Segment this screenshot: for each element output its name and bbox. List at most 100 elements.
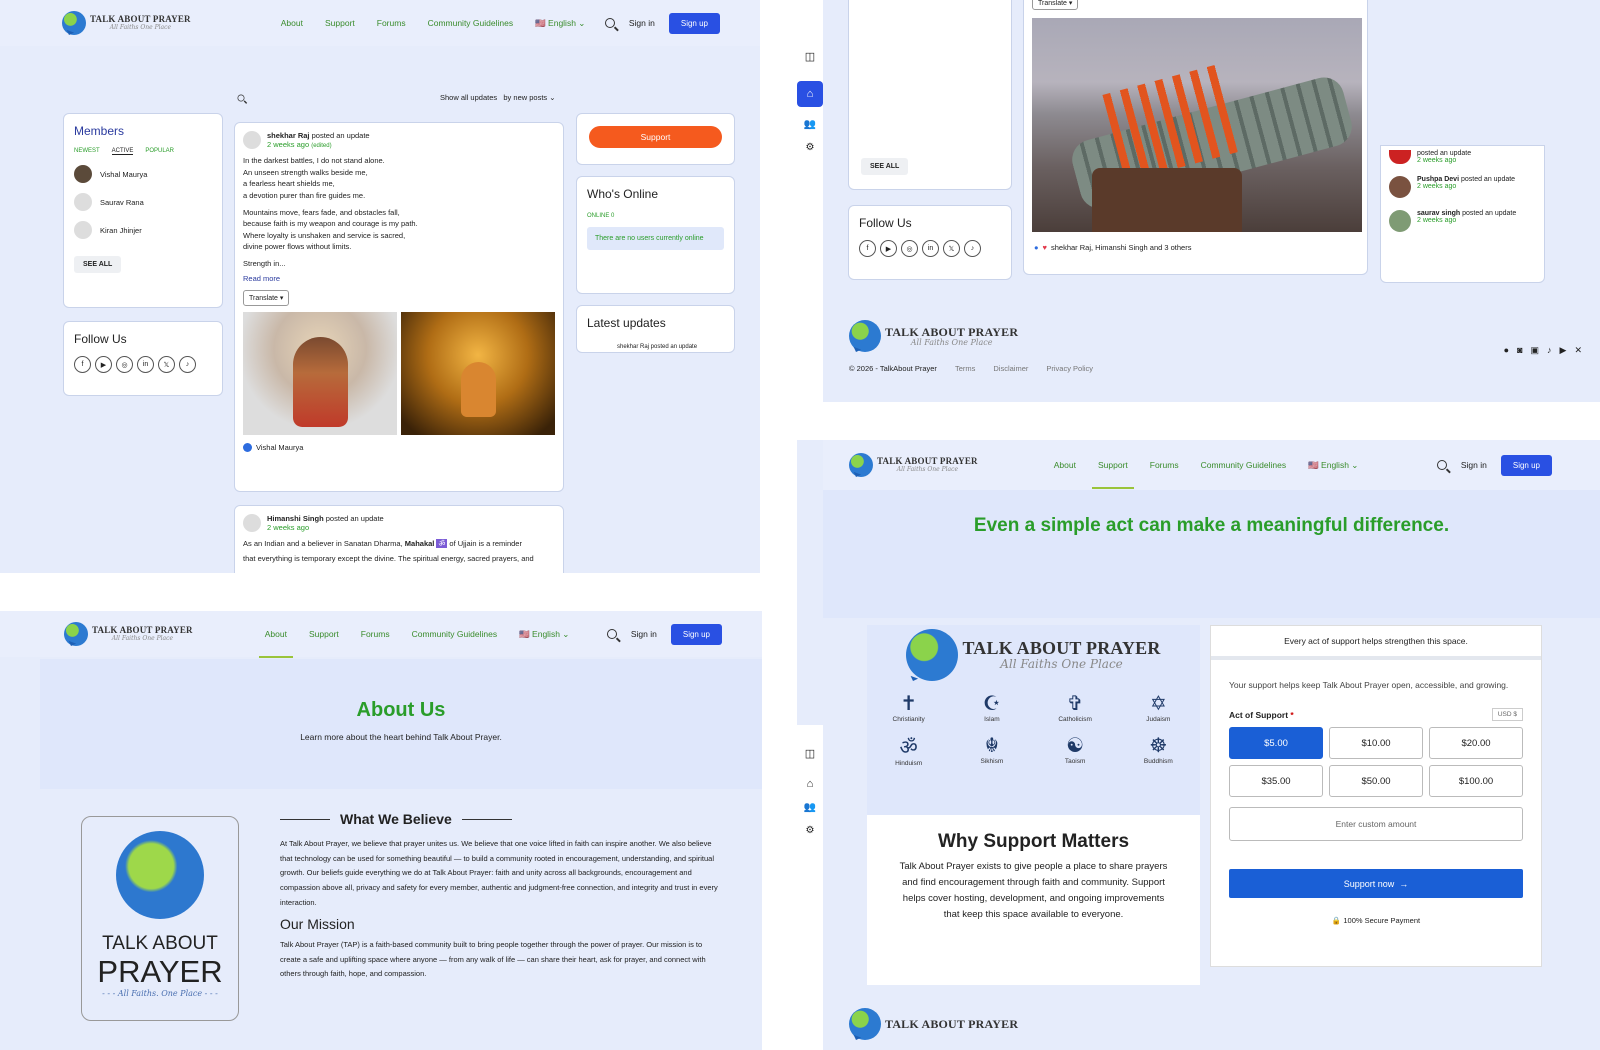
reaction-row[interactable]: Vishal Maurya [243,442,555,452]
reaction-row[interactable]: ● ♥ shekhar Raj, Himanshi Singh and 3 othe… [1034,243,1191,252]
disclaimer-link[interactable]: Disclaimer [993,364,1028,373]
tiktok-icon[interactable]: ♪ [964,240,981,257]
search-icon[interactable] [604,18,615,28]
feed-search-icon[interactable] [237,94,245,102]
read-more-link[interactable]: Read more [243,274,555,283]
sign-in-link[interactable]: Sign in [1461,460,1487,470]
footer-logo[interactable]: TALK ABOUT PRAYER [849,1008,1018,1040]
facebook-icon[interactable]: f [74,356,91,373]
tiktok-icon[interactable]: ♪ [1547,345,1552,356]
nav-guidelines[interactable]: Community Guidelines [428,18,514,29]
footer-logo[interactable]: TALK ABOUT PRAYER All Faiths One Place [849,320,1600,352]
support-button[interactable]: Support [589,126,722,148]
tab-newest[interactable]: NEWEST [74,148,100,155]
home-icon[interactable]: ⌂ [797,81,823,107]
like-icon [243,442,252,452]
nav-about[interactable]: About [281,18,303,29]
terms-link[interactable]: Terms [955,364,975,373]
nav-guidelines[interactable]: Community Guidelines [1201,460,1287,471]
instagram-icon[interactable]: ◎ [116,356,133,373]
members-widget: SEE ALL [848,0,1012,190]
nav-support[interactable]: Support [325,18,355,29]
amount-option[interactable]: $50.00 [1329,765,1423,798]
nav-forums[interactable]: Forums [377,18,406,29]
privacy-link[interactable]: Privacy Policy [1046,364,1093,373]
amount-option[interactable]: $5.00 [1229,727,1323,760]
instagram-icon[interactable]: ◎ [901,240,918,257]
home-icon[interactable]: ⌂ [807,778,814,790]
translate-dropdown[interactable]: Translate ▾ [1032,0,1079,10]
logo[interactable]: TALK ABOUT PRAYER All Faiths One Place [849,453,978,477]
facebook-icon[interactable]: ● [1504,345,1509,356]
nav-guidelines[interactable]: Community Guidelines [412,629,498,640]
x-icon[interactable]: 𝕏 [158,356,175,373]
logo[interactable]: TALK ABOUT PRAYER All Faiths One Place [64,622,193,646]
tab-active[interactable]: ACTIVE [111,148,134,155]
sidebar-toggle-icon[interactable]: ◫ [805,747,815,760]
amount-option[interactable]: $10.00 [1329,727,1423,760]
linkedin-icon[interactable]: in [137,356,154,373]
christianity-icon: ✝ Christianity [892,693,925,723]
search-icon[interactable] [1436,460,1447,470]
tiktok-icon[interactable]: ♪ [179,356,196,373]
post-image-1[interactable] [243,311,397,435]
nav-about[interactable]: About [1054,460,1076,471]
instagram-icon[interactable]: ◙ [1517,345,1522,356]
language-select[interactable]: 🇺🇸 English ⌄ [1308,460,1358,471]
language-select[interactable]: 🇺🇸 English ⌄ [519,629,569,640]
post-image[interactable] [1032,18,1362,232]
member-item[interactable]: Saurav Rana [74,193,212,211]
feed-filter[interactable]: Show all updates by new posts ⌄ [440,93,556,102]
sign-up-button[interactable]: Sign up [668,12,720,34]
groups-icon[interactable]: ⚙ [806,825,815,836]
sign-up-button[interactable]: Sign up [670,623,722,645]
linkedin-icon[interactable]: ▣ [1531,345,1540,356]
sign-in-link[interactable]: Sign in [629,18,655,28]
nav-forums[interactable]: Forums [361,629,390,640]
youtube-icon[interactable]: ▶ [1560,345,1567,356]
sikhism-icon: ☬ Sikhism [980,735,1004,765]
activity-widget: posted an update 2 weeks ago Pushpa Devi … [1380,145,1545,283]
nav-support[interactable]: Support [309,629,339,640]
logo[interactable]: TALK ABOUT PRAYER All Faiths One Place [62,11,191,35]
x-icon[interactable]: ✕ [1574,345,1582,356]
support-widget: Support [576,113,735,165]
header: TALK ABOUT PRAYER All Faiths One Place Ab… [823,440,1600,490]
youtube-icon[interactable]: ▶ [880,240,897,257]
member-item[interactable]: Vishal Maurya [74,165,212,183]
friends-icon[interactable]: 👥 [804,119,816,130]
x-icon[interactable]: 𝕏 [943,240,960,257]
support-now-button[interactable]: Support now → [1229,869,1523,899]
about-screen: TALK ABOUT PRAYER All Faiths One Place Ab… [0,611,762,1050]
sign-in-link[interactable]: Sign in [631,629,657,639]
youtube-icon[interactable]: ▶ [95,356,112,373]
members-widget: Members NEWEST ACTIVE POPULAR Vishal Mau… [63,113,223,308]
act-of-support-label: Act of Support * [1229,709,1294,720]
search-icon[interactable] [606,629,617,639]
language-select[interactable]: 🇺🇸 English ⌄ [535,18,585,29]
see-all-button[interactable]: SEE ALL [74,256,122,273]
nav-forums[interactable]: Forums [1150,460,1179,471]
sign-up-button[interactable]: Sign up [1500,454,1552,476]
currency-badge: USD $ [1491,708,1523,722]
facebook-icon[interactable]: f [859,240,876,257]
tab-popular[interactable]: POPULAR [145,148,174,155]
amount-option[interactable]: $35.00 [1229,765,1323,798]
groups-icon[interactable]: ⚙ [806,142,815,153]
custom-amount-input[interactable]: Enter custom amount [1229,807,1523,842]
om-icon: ॐ [436,539,448,548]
nav-support[interactable]: Support [1092,460,1134,489]
sidebar-toggle-icon[interactable]: ◫ [805,50,815,63]
post-image-2[interactable] [401,311,555,435]
friends-icon[interactable]: 👥 [804,802,816,813]
amount-option[interactable]: $20.00 [1429,727,1523,760]
nav-about[interactable]: About [258,629,294,658]
faith-panel: TALK ABOUT PRAYER All Faiths One Place ✝ C… [867,625,1200,815]
member-item[interactable]: Kiran Jhinjer [74,221,212,239]
linkedin-icon[interactable]: in [922,240,939,257]
footer: TALK ABOUT PRAYER All Faiths One Place © … [849,320,1600,395]
see-all-button[interactable]: SEE ALL [861,158,909,175]
translate-dropdown[interactable]: Translate ▾ [243,289,290,306]
globe-icon [849,453,873,477]
amount-option[interactable]: $100.00 [1429,765,1523,798]
